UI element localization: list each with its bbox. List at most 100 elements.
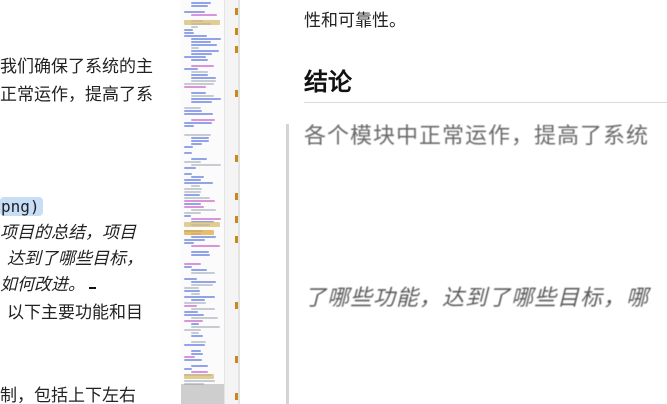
minimap-line bbox=[184, 302, 206, 304]
minimap-block bbox=[184, 230, 214, 235]
minimap-line bbox=[191, 65, 214, 67]
minimap-line bbox=[191, 308, 215, 310]
minimap-line bbox=[184, 110, 202, 112]
minimap-line bbox=[184, 194, 200, 196]
minimap-line bbox=[184, 311, 198, 313]
minimap-line bbox=[191, 158, 207, 160]
minimap-line bbox=[191, 365, 208, 367]
image-border bbox=[286, 124, 289, 404]
minimap-line bbox=[184, 29, 193, 31]
minimap-viewport-slider[interactable] bbox=[181, 384, 224, 404]
minimap-line bbox=[191, 95, 214, 97]
minimap-line bbox=[184, 212, 201, 214]
heading-underline bbox=[304, 102, 667, 103]
editor-line[interactable]: 制，包括上下左右 bbox=[0, 385, 136, 404]
paragraph-text: 性和可靠性。 bbox=[304, 11, 406, 31]
minimap-line bbox=[184, 122, 212, 124]
embedded-screenshot-image: 各个模块中正常运作，提高了系统 了哪些功能，达到了哪些目标，哪 bbox=[286, 124, 667, 404]
editor-line-with-cursor[interactable]: 如何改进。 bbox=[0, 274, 96, 296]
minimap-line bbox=[191, 371, 208, 373]
minimap-line bbox=[184, 197, 210, 199]
minimap-line bbox=[191, 77, 216, 79]
minimap-line bbox=[184, 329, 201, 331]
image-text: 各个模块中正常运作，提高了系统 bbox=[304, 124, 650, 149]
minimap-line bbox=[191, 5, 208, 7]
editor-line[interactable]: 我们确保了系统的主 bbox=[0, 56, 153, 78]
minimap-line bbox=[184, 83, 214, 85]
minimap-line bbox=[184, 266, 192, 268]
minimap-line bbox=[184, 215, 191, 217]
minimap-line bbox=[184, 152, 192, 154]
minimap-line bbox=[191, 350, 201, 352]
minimap-line bbox=[191, 245, 220, 247]
minimap-line bbox=[184, 287, 199, 289]
minimap-line bbox=[191, 80, 216, 82]
minimap-line bbox=[184, 296, 215, 298]
editor-line-selected[interactable]: png) bbox=[0, 196, 43, 218]
minimap-line bbox=[184, 368, 192, 370]
minimap-line bbox=[191, 236, 216, 238]
minimap-line bbox=[191, 47, 199, 49]
minimap-line bbox=[191, 251, 209, 253]
minimap-line bbox=[191, 185, 200, 187]
minimap-line bbox=[191, 209, 216, 211]
editor-minimap[interactable] bbox=[181, 0, 224, 404]
image-text: 了哪些功能，达到了哪些目标，哪 bbox=[304, 286, 650, 311]
minimap-line bbox=[184, 134, 211, 136]
text-cursor bbox=[89, 287, 96, 289]
minimap-line bbox=[191, 92, 206, 94]
minimap-line bbox=[191, 41, 211, 43]
minimap-line bbox=[191, 119, 215, 121]
minimap-line bbox=[184, 146, 193, 148]
minimap-line bbox=[191, 74, 208, 76]
minimap-line bbox=[191, 176, 204, 178]
minimap-line bbox=[184, 356, 195, 358]
editor-scrollbar[interactable] bbox=[224, 0, 239, 404]
minimap-line bbox=[191, 59, 208, 61]
minimap-line bbox=[184, 32, 194, 34]
minimap-line bbox=[184, 125, 194, 127]
minimap-line bbox=[184, 314, 204, 316]
minimap-line bbox=[191, 26, 198, 28]
minimap-line bbox=[191, 50, 219, 52]
minimap-line bbox=[191, 143, 202, 145]
minimap-line bbox=[191, 341, 206, 343]
minimap-line bbox=[191, 14, 217, 16]
minimap-line bbox=[191, 323, 199, 325]
minimap-line bbox=[184, 200, 215, 202]
minimap-line bbox=[191, 299, 205, 301]
minimap-line bbox=[184, 86, 206, 88]
minimap-line bbox=[184, 320, 203, 322]
minimap-line bbox=[191, 281, 216, 283]
minimap-line bbox=[184, 107, 201, 109]
markdown-preview-pane[interactable]: 性和可靠性。 结论 各个模块中正常运作，提高了系统 了哪些功能，达到了哪些目标，… bbox=[240, 0, 667, 404]
editor-line[interactable]: 达到了哪些目标， bbox=[7, 248, 143, 270]
minimap-line bbox=[191, 53, 212, 55]
minimap-block bbox=[184, 20, 220, 25]
minimap-line bbox=[184, 380, 215, 382]
minimap-line bbox=[191, 317, 218, 319]
minimap-line bbox=[184, 11, 205, 13]
minimap-line bbox=[184, 290, 200, 292]
minimap-block bbox=[184, 374, 214, 379]
minimap-line bbox=[191, 293, 200, 295]
minimap-line bbox=[184, 359, 202, 361]
minimap-line bbox=[191, 353, 203, 355]
editor-line[interactable]: 以下主要功能和目 bbox=[7, 302, 143, 324]
minimap-line bbox=[184, 182, 213, 184]
minimap-line bbox=[184, 113, 213, 115]
minimap-line bbox=[191, 137, 209, 139]
minimap-line bbox=[191, 272, 215, 274]
minimap-line bbox=[191, 38, 221, 40]
minimap-line bbox=[184, 263, 201, 265]
minimap-line bbox=[184, 56, 206, 58]
minimap-line bbox=[191, 254, 210, 256]
markdown-editor-pane[interactable]: 我们确保了系统的主 正常运作，提高了系 png) 项目的总结，项目 达到了哪些目… bbox=[0, 0, 181, 404]
minimap-line bbox=[184, 191, 201, 193]
editor-line[interactable]: 正常运作，提高了系 bbox=[0, 84, 153, 106]
preview-scrollbar[interactable] bbox=[240, 0, 248, 404]
editor-line[interactable]: 项目的总结，项目 bbox=[0, 222, 136, 244]
minimap-line bbox=[191, 284, 213, 286]
selection-highlight: png) bbox=[0, 197, 43, 216]
minimap-line bbox=[184, 161, 201, 163]
